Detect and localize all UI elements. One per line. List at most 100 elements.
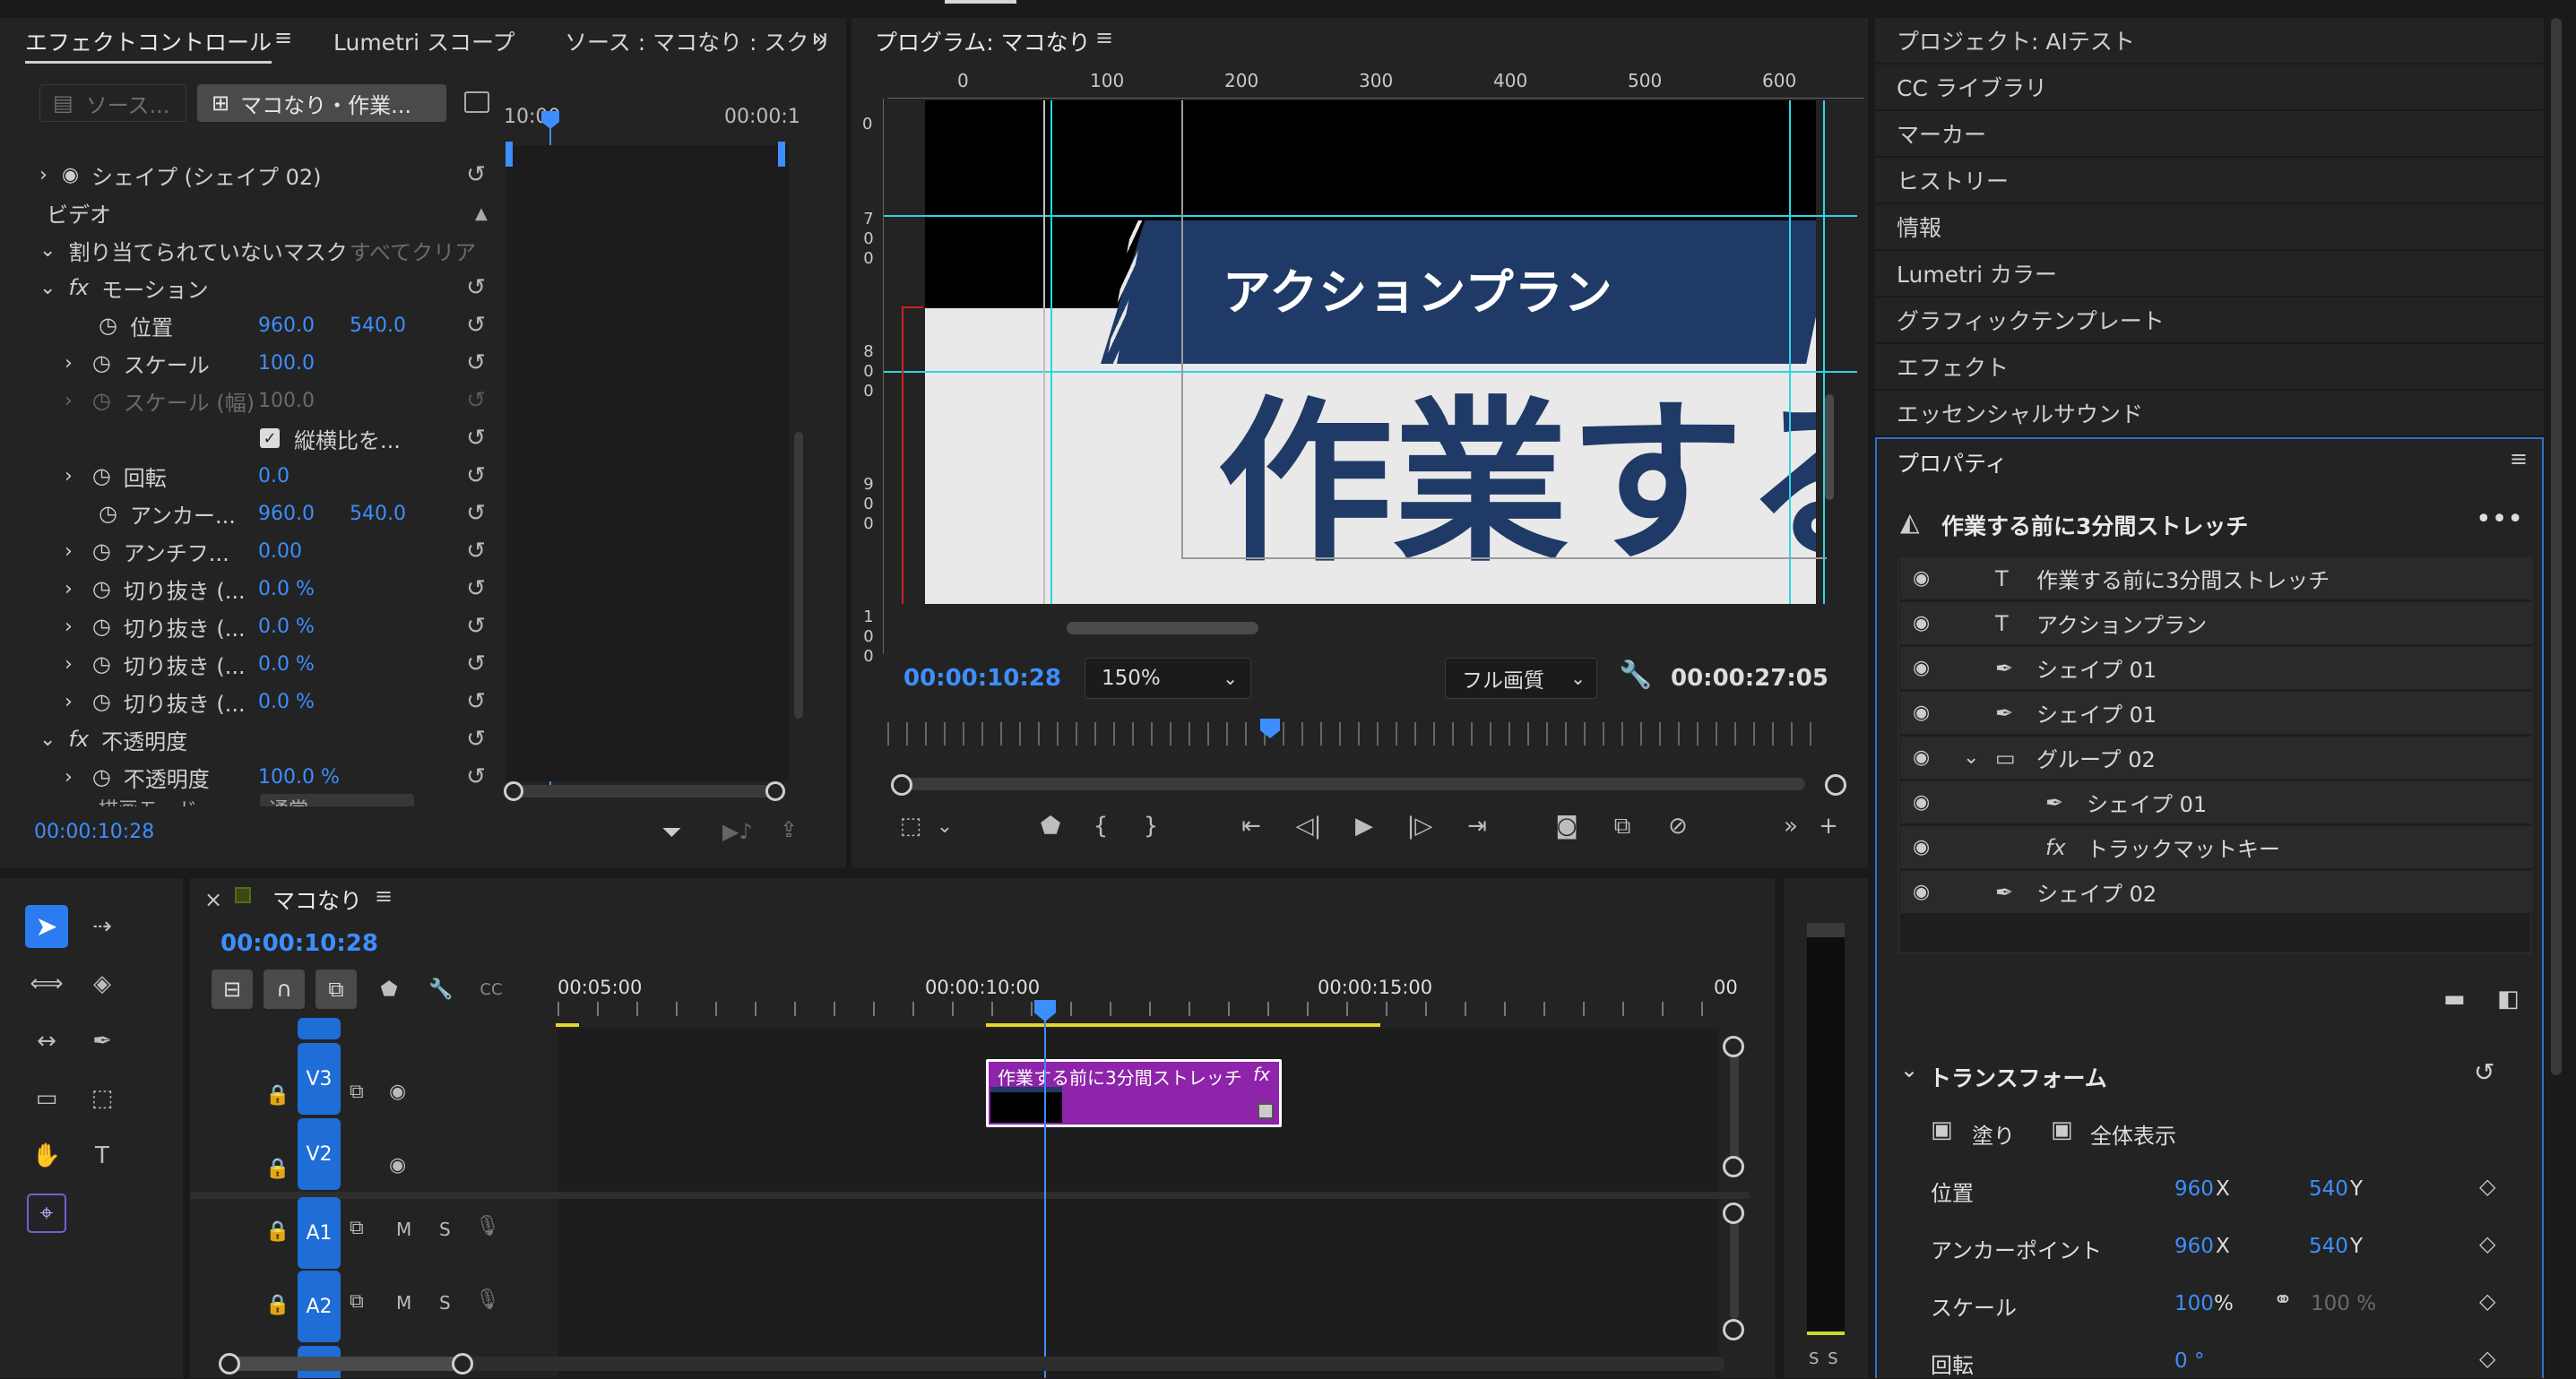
keyframe-icon[interactable]: ◇ <box>2479 1231 2495 1256</box>
eye-icon[interactable]: ◉ <box>62 164 79 186</box>
meter-solo-labels[interactable]: S S <box>1809 1349 1840 1368</box>
ec-zoom-handle-right[interactable] <box>765 781 785 801</box>
eye-icon[interactable]: ◉ <box>1913 567 1930 590</box>
opacity-group-row[interactable]: ⌄ fx 不透明度 <box>39 720 497 758</box>
scrub-ruler[interactable] <box>887 722 1820 746</box>
rotation-value[interactable]: 0 ° <box>2174 1349 2204 1373</box>
stopwatch-icon[interactable]: ◷ <box>92 651 111 677</box>
position-x[interactable]: 960 <box>2174 1177 2214 1201</box>
tab-menu-icon[interactable]: ≡ <box>274 25 292 50</box>
chevron-down-icon[interactable]: ⌄ <box>1963 746 1979 769</box>
fill-label[interactable]: 塗り <box>1972 1118 2015 1150</box>
panel-graphic-templates[interactable]: グラフィックテンプレート <box>1875 297 2544 344</box>
rotation-value[interactable]: 0.0 <box>258 465 290 487</box>
timeline-playhead-handle[interactable] <box>1034 1000 1056 1021</box>
panel-lumetri-color[interactable]: Lumetri カラー <box>1875 251 2544 297</box>
reset-icon[interactable]: ↺ <box>461 577 491 600</box>
layer-row[interactable]: ◉ fx トラックマットキー <box>1900 826 2533 869</box>
program-menu-icon[interactable]: ≡ <box>1095 25 1113 50</box>
track-target-v2[interactable]: V2 <box>298 1118 341 1190</box>
captions-icon[interactable]: CC <box>475 973 507 1005</box>
stopwatch-icon[interactable]: ◷ <box>92 764 111 789</box>
reset-icon[interactable]: ↺ <box>461 276 491 299</box>
mark-out-icon[interactable]: } <box>1135 810 1167 842</box>
rectangle-tool-icon[interactable]: ▭ <box>30 1082 63 1115</box>
new-layer-icon[interactable]: ◧ <box>2497 986 2520 1013</box>
vscroll-handle-bottom[interactable] <box>1723 1156 1744 1177</box>
ec-timecode[interactable]: 00:00:10:28 <box>34 821 154 843</box>
collapse-up-icon[interactable]: ▲ <box>475 204 488 223</box>
zoom-dropdown[interactable]: 150% ⌄ <box>1085 658 1251 699</box>
ec-zoom-handle-left[interactable] <box>504 781 523 801</box>
mark-in-icon[interactable]: { <box>1085 810 1117 842</box>
reset-icon[interactable]: ↺ <box>461 765 491 789</box>
crop-value[interactable]: 0.0 % <box>258 578 315 600</box>
solo-button[interactable]: S <box>439 1219 451 1240</box>
add-button-icon[interactable]: + <box>1812 810 1845 842</box>
shape02-row[interactable]: › ◉ シェイプ (シェイプ 02) <box>39 156 497 194</box>
link-icon[interactable]: ⚭ <box>2273 1287 2293 1314</box>
insert-nest-icon[interactable]: ⊟ <box>212 970 253 1009</box>
close-icon[interactable]: × <box>204 887 222 912</box>
layer-row[interactable]: ◉ ✒ シェイプ 01 <box>1900 781 2533 824</box>
compare-icon[interactable]: ⧉ <box>1606 810 1638 842</box>
opacity-value[interactable]: 100.0 % <box>258 766 340 789</box>
reset-icon[interactable]: ↺ <box>461 314 491 337</box>
keyframe-icon[interactable]: ◇ <box>2479 1174 2495 1199</box>
vscroll-handle-top[interactable] <box>1723 1202 1744 1224</box>
pen-tool-icon[interactable]: ✒ <box>86 1025 118 1057</box>
sequence-name[interactable]: マコなり <box>272 883 362 916</box>
ripple-edit-icon[interactable]: ⟺ <box>30 968 63 1000</box>
sequence-menu-icon[interactable]: ≡ <box>375 883 393 909</box>
expand-chevron-icon[interactable]: › <box>39 164 48 186</box>
reset-icon[interactable]: ↺ <box>461 690 491 713</box>
expand-chevron-icon[interactable]: › <box>65 352 73 375</box>
microphone-icon[interactable]: 🎙 <box>475 1289 500 1311</box>
expand-chevron-icon[interactable]: › <box>65 691 73 713</box>
stopwatch-icon[interactable]: ◷ <box>99 313 117 338</box>
stopwatch-icon[interactable]: ◷ <box>99 501 117 526</box>
expand-chevron-icon[interactable]: › <box>65 616 73 638</box>
step-forward-icon[interactable]: |▷ <box>1404 810 1436 842</box>
microphone-icon[interactable]: 🎙 <box>475 1215 500 1237</box>
chevron-down-icon[interactable]: ⌄ <box>929 810 961 842</box>
zoom-handle-left[interactable] <box>891 774 912 796</box>
anchor-x[interactable]: 960 <box>2174 1235 2214 1258</box>
anchor-x-value[interactable]: 960.0 <box>258 503 315 525</box>
track-target-a2[interactable]: A2 <box>298 1271 341 1342</box>
new-group-icon[interactable]: ▬ <box>2443 986 2466 1013</box>
tab-effect-controls[interactable]: エフェクトコントロール <box>25 25 272 64</box>
expand-chevron-icon[interactable]: › <box>65 465 73 487</box>
crop-value[interactable]: 0.0 % <box>258 653 315 676</box>
solo-button[interactable]: S <box>439 1292 451 1314</box>
wrench-icon[interactable]: 🔧 <box>1619 659 1652 691</box>
vscroll-handle-top[interactable] <box>1723 1036 1744 1057</box>
generative-extend-icon[interactable]: ⌖ <box>27 1194 66 1233</box>
source-chip[interactable]: ▤ ソース... <box>39 84 186 122</box>
reset-icon[interactable]: ↺ <box>461 728 491 751</box>
eye-icon[interactable]: ◉ <box>1913 612 1930 634</box>
stopwatch-icon[interactable]: ◷ <box>92 539 111 564</box>
track-target-v3[interactable]: V3 <box>298 1043 341 1115</box>
more-options-icon[interactable]: ••• <box>2476 504 2523 535</box>
track-target-a1[interactable]: A1 <box>298 1197 341 1269</box>
add-marker-icon[interactable]: ⬟ <box>373 973 405 1005</box>
reset-icon[interactable]: ↺ <box>461 652 491 676</box>
crop-value[interactable]: 0.0 % <box>258 691 315 713</box>
wrench-icon[interactable]: 🔧 <box>425 973 457 1005</box>
layer-row[interactable]: ◉ ⌄ ▭ グループ 02 <box>1900 737 2533 780</box>
panel-project[interactable]: プロジェクト: AIテスト <box>1875 18 2544 65</box>
reset-icon[interactable]: ↺ <box>461 502 491 525</box>
play-icon[interactable]: ▶ <box>1348 810 1380 842</box>
mute-button[interactable]: M <box>396 1219 411 1240</box>
layer-row[interactable]: ◉ ✒ シェイプ 01 <box>1900 692 2533 735</box>
toggle-timeline-icon[interactable] <box>464 91 489 113</box>
go-to-out-icon[interactable]: ⇥ <box>1461 810 1493 842</box>
selection-tool-icon[interactable]: ➤ <box>25 905 68 948</box>
stopwatch-icon[interactable]: ◷ <box>92 576 111 601</box>
tab-lumetri-scope[interactable]: Lumetri スコープ <box>333 25 515 57</box>
layer-row[interactable]: ◉ T アクションプラン <box>1900 602 2533 645</box>
ec-scrollbar[interactable] <box>794 432 803 719</box>
filter-icon[interactable]: ⏷ <box>661 817 681 848</box>
hscroll-handle-right[interactable] <box>452 1353 473 1375</box>
